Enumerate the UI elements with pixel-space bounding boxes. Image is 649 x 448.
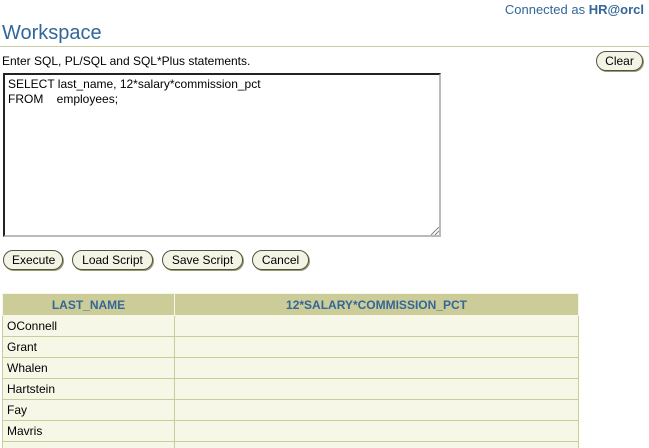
instructions-text: Enter SQL, PL/SQL and SQL*Plus statement… bbox=[2, 54, 251, 68]
cell-value bbox=[174, 378, 579, 400]
sql-editor-textarea[interactable]: SELECT last_name, 12*salary*commission_p… bbox=[3, 73, 441, 237]
title-divider bbox=[0, 46, 649, 47]
execute-button[interactable]: Execute bbox=[3, 250, 63, 270]
resize-grip-icon[interactable] bbox=[431, 227, 439, 235]
cell-last-name bbox=[2, 441, 175, 448]
cancel-button[interactable]: Cancel bbox=[252, 250, 309, 270]
page-title: Workspace bbox=[2, 22, 102, 44]
cell-value bbox=[174, 357, 579, 379]
clear-button[interactable]: Clear bbox=[596, 51, 643, 71]
cell-last-name: Grant bbox=[2, 336, 175, 358]
cell-last-name: Fay bbox=[2, 399, 175, 421]
cell-last-name: Mavris bbox=[2, 420, 175, 442]
save-script-button[interactable]: Save Script bbox=[162, 250, 243, 270]
cell-last-name: Hartstein bbox=[2, 378, 175, 400]
table-row: Mavris bbox=[2, 420, 579, 442]
table-row bbox=[2, 441, 579, 448]
connection-status: Connected as HR@orcl bbox=[505, 2, 644, 17]
results-header-row: LAST_NAME 12*SALARY*COMMISSION_PCT bbox=[2, 293, 579, 316]
cell-value bbox=[174, 441, 579, 448]
cell-value bbox=[174, 420, 579, 442]
load-script-button[interactable]: Load Script bbox=[72, 250, 153, 270]
isqlplus-workspace-page: Connected as HR@orcl Workspace Enter SQL… bbox=[0, 0, 649, 448]
table-row: Fay bbox=[2, 399, 579, 421]
table-row: OConnell bbox=[2, 315, 579, 337]
column-header-last-name: LAST_NAME bbox=[2, 293, 175, 316]
table-row: Grant bbox=[2, 336, 579, 358]
connection-prefix: Connected as bbox=[504, 2, 589, 17]
column-header-salary-commission: 12*SALARY*COMMISSION_PCT bbox=[174, 293, 579, 316]
cell-value bbox=[174, 399, 579, 421]
table-row: Whalen bbox=[2, 357, 579, 379]
cell-value bbox=[174, 315, 579, 337]
results-table: LAST_NAME 12*SALARY*COMMISSION_PCT OConn… bbox=[2, 293, 579, 448]
cell-last-name: Whalen bbox=[2, 357, 175, 379]
cell-last-name: OConnell bbox=[2, 315, 175, 337]
table-row: Hartstein bbox=[2, 378, 579, 400]
cell-value bbox=[174, 336, 579, 358]
connection-user: HR@orcl bbox=[588, 2, 644, 17]
